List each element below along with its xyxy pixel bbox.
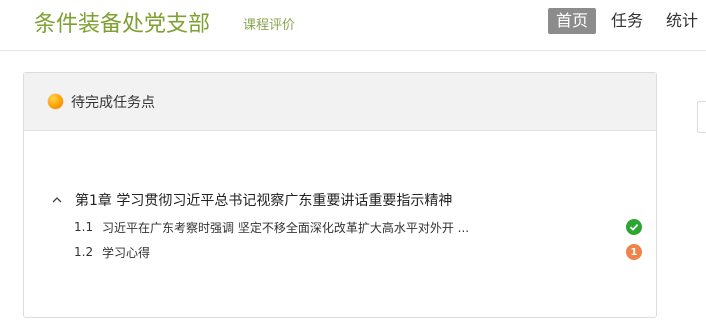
page-subtitle: 课程评价 (243, 18, 296, 33)
main-nav: 首页 任务 统计 (541, 8, 706, 34)
item-number: 1.2 (74, 245, 94, 259)
panel-title: 待完成任务点 (71, 94, 155, 111)
item-number: 1.1 (74, 220, 94, 234)
nav-home[interactable]: 首页 (547, 8, 596, 34)
top-header: 条件装备处党支部 课程评价 首页 任务 统计 (0, 0, 706, 51)
chapter-heading[interactable]: 第1章 学习贯彻习近平总书记视察广东重要讲话重要指示精神 (50, 190, 452, 210)
item-label[interactable]: 习近平在广东考察时强调 坚定不移全面深化改革扩大高水平对外开 ... (102, 219, 469, 236)
nav-stats[interactable]: 统计 (658, 8, 706, 34)
list-item[interactable]: 1.1 习近平在广东考察时强调 坚定不移全面深化改革扩大高水平对外开 ... (74, 216, 642, 238)
brand-title: 条件装备处党支部 (34, 12, 211, 37)
check-icon (626, 219, 642, 235)
side-edge-box (697, 101, 706, 133)
pending-count-badge: 1 (626, 244, 642, 260)
pending-tasks-panel: 待完成任务点 第1章 学习贯彻习近平总书记视察广东重要讲话重要指示精神 1.1 … (23, 72, 657, 318)
nav-tasks[interactable]: 任务 (603, 8, 651, 34)
item-label[interactable]: 学习心得 (102, 244, 150, 261)
chapter-title: 第1章 学习贯彻习近平总书记视察广东重要讲话重要指示精神 (75, 193, 453, 209)
list-item[interactable]: 1.2 学习心得 1 (74, 241, 642, 263)
panel-header: 待完成任务点 (24, 73, 656, 131)
chevron-up-icon[interactable] (50, 193, 64, 207)
orange-dot-icon (48, 94, 63, 109)
